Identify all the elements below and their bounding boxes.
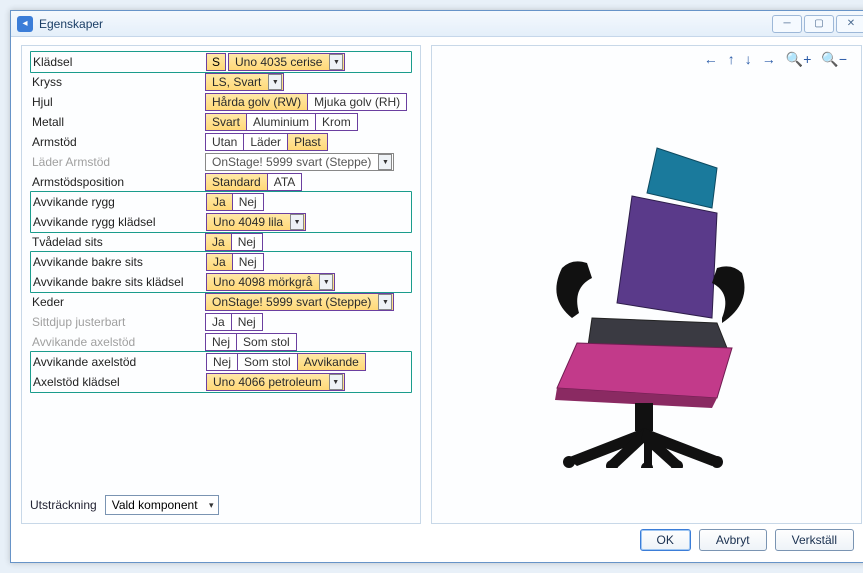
chevron-down-icon[interactable]: ▼ [268, 74, 282, 90]
chevron-down-icon: ▼ [378, 154, 392, 170]
armstod-utan[interactable]: Utan [205, 133, 244, 151]
label-armpos: Armstödsposition [30, 175, 205, 189]
arrow-right-icon[interactable]: → [762, 51, 776, 67]
window-title: Egenskaper [39, 17, 772, 31]
armpos-standard[interactable]: Standard [205, 173, 268, 191]
avvryggkl-combo[interactable]: Uno 4049 lila▼ [206, 213, 306, 231]
arrow-down-icon[interactable]: ↓ [745, 51, 752, 67]
label-keder: Keder [30, 295, 205, 309]
metall-krom[interactable]: Krom [316, 113, 358, 131]
label-metall: Metall [30, 115, 205, 129]
ok-button[interactable]: OK [640, 529, 691, 551]
armstod-lader[interactable]: Läder [244, 133, 288, 151]
label-armstod: Armstöd [30, 135, 205, 149]
label-hjul: Hjul [30, 95, 205, 109]
avvrygg-ja[interactable]: Ja [206, 193, 233, 211]
laderarm-combo: OnStage! 5999 svart (Steppe)▼ [205, 153, 394, 171]
keder-combo[interactable]: OnStage! 5999 svart (Steppe)▼ [205, 293, 394, 311]
chevron-down-icon[interactable]: ▼ [329, 374, 343, 390]
kryss-combo[interactable]: LS, Svart▼ [205, 73, 284, 91]
preview-toolbar: ← ↑ ↓ → 🔍+ 🔍− [432, 46, 861, 72]
dialog-window: ◂ Egenskaper ─ ▢ ✕ Klädsel S Uno 4035 ce… [10, 10, 863, 563]
label-sittdjup: Sittdjup justerbart [30, 315, 205, 329]
tvadelad-nej[interactable]: Nej [232, 233, 263, 251]
dialog-footer: OK Avbryt Verkställ [21, 524, 862, 556]
label-kladsel: Klädsel [31, 55, 206, 69]
sittdjup-nej: Nej [232, 313, 263, 331]
label-kryss: Kryss [30, 75, 205, 89]
avvaxel1-som: Som stol [237, 333, 297, 351]
chevron-down-icon[interactable]: ▼ [290, 214, 304, 230]
title-bar: ◂ Egenskaper ─ ▢ ✕ [11, 11, 863, 37]
avvaxel-avv[interactable]: Avvikande [298, 353, 366, 371]
avvaxel1-nej: Nej [205, 333, 237, 351]
label-tvadelad: Tvådelad sits [30, 235, 205, 249]
app-icon: ◂ [17, 16, 33, 32]
chevron-down-icon[interactable]: ▼ [378, 294, 392, 310]
avvaxel-nej[interactable]: Nej [206, 353, 238, 371]
metall-svart[interactable]: Svart [205, 113, 247, 131]
preview-panel: ← ↑ ↓ → 🔍+ 🔍− [431, 45, 862, 524]
zoom-in-icon[interactable]: 🔍+ [786, 51, 812, 68]
tvadelad-ja[interactable]: Ja [205, 233, 232, 251]
label-laderarm: Läder Armstöd [30, 155, 205, 169]
chevron-down-icon[interactable]: ▼ [329, 54, 343, 70]
avvbakre-nej[interactable]: Nej [233, 253, 264, 271]
preview-viewport[interactable] [432, 72, 861, 523]
chevron-down-icon[interactable]: ▼ [319, 274, 333, 290]
avvbakre-ja[interactable]: Ja [206, 253, 233, 271]
label-avvrygg: Avvikande rygg [31, 195, 206, 209]
avvbakrekl-combo[interactable]: Uno 4098 mörkgrå▼ [206, 273, 335, 291]
armpos-ata[interactable]: ATA [268, 173, 303, 191]
arrow-up-icon[interactable]: ↑ [728, 51, 735, 67]
close-button[interactable]: ✕ [836, 15, 863, 33]
zoom-out-icon[interactable]: 🔍− [821, 51, 847, 68]
sittdjup-ja: Ja [205, 313, 232, 331]
property-panel: Klädsel S Uno 4035 cerise▼ Kryss LS, Sva… [21, 45, 421, 524]
minimize-button[interactable]: ─ [772, 15, 802, 33]
hjul-opt-soft[interactable]: Mjuka golv (RH) [308, 93, 407, 111]
extent-label: Utsträckning [30, 498, 97, 512]
hjul-opt-hard[interactable]: Hårda golv (RW) [205, 93, 308, 111]
kladsel-prefix[interactable]: S [206, 53, 226, 71]
arrow-left-icon[interactable]: ← [704, 51, 718, 67]
label-avvbakre: Avvikande bakre sits [31, 255, 206, 269]
metall-aluminium[interactable]: Aluminium [247, 113, 316, 131]
armstod-plast[interactable]: Plast [288, 133, 328, 151]
label-axelkl: Axelstöd klädsel [31, 375, 206, 389]
apply-button[interactable]: Verkställ [775, 529, 854, 551]
avvaxel-som[interactable]: Som stol [238, 353, 298, 371]
label-avvaxel-dis: Avvikande axelstöd [30, 335, 205, 349]
chair-3d-preview [517, 128, 777, 468]
kladsel-combo[interactable]: Uno 4035 cerise▼ [228, 53, 345, 71]
label-avvaxel: Avvikande axelstöd [31, 355, 206, 369]
avvrygg-nej[interactable]: Nej [233, 193, 264, 211]
label-avvbakrekl: Avvikande bakre sits klädsel [31, 275, 206, 289]
cancel-button[interactable]: Avbryt [699, 529, 767, 551]
maximize-button[interactable]: ▢ [804, 15, 834, 33]
axelkl-combo[interactable]: Uno 4066 petroleum▼ [206, 373, 345, 391]
label-avvryggkl: Avvikande rygg klädsel [31, 215, 206, 229]
extent-select[interactable]: Vald komponent [105, 495, 219, 515]
